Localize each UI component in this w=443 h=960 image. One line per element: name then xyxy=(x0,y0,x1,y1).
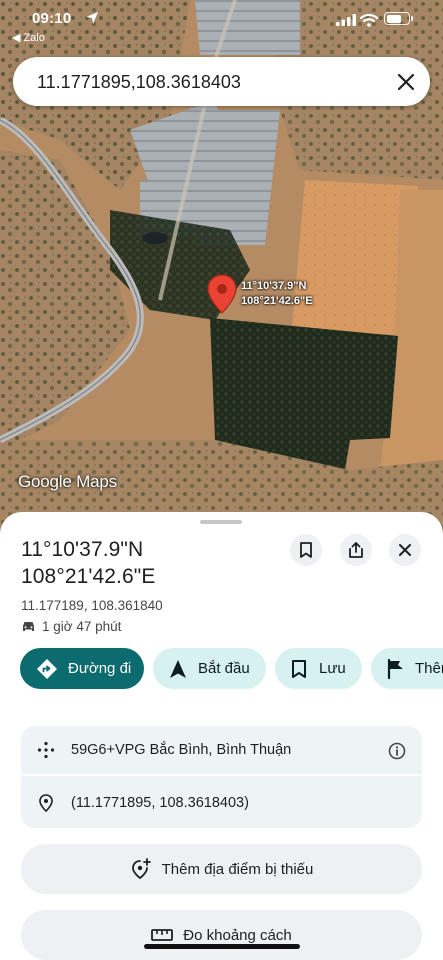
drive-time: 1 giờ 47 phút xyxy=(21,619,121,634)
coordinates-row[interactable]: (11.1771895, 108.3618403) xyxy=(21,778,422,828)
plus-code-row[interactable]: 59G6+VPG Bắc Bình, Bình Thuận xyxy=(21,726,422,776)
decimal-coordinates: 11.177189, 108.361840 xyxy=(21,598,163,613)
pin-label-lat: 11°10'37.9"N xyxy=(241,280,307,292)
place-title: 11°10'37.9"N 108°21'42.6"E xyxy=(21,536,155,590)
search-bar[interactable] xyxy=(13,57,430,106)
sheet-drag-handle[interactable] xyxy=(200,520,242,524)
cellular-signal-icon xyxy=(336,14,356,26)
save-bookmark-button[interactable] xyxy=(290,534,322,566)
wifi-icon xyxy=(360,13,378,27)
measure-distance-button[interactable]: Đo khoảng cách xyxy=(21,910,422,960)
close-icon xyxy=(399,544,411,556)
location-arrow-icon xyxy=(86,12,98,24)
title-latitude: 11°10'37.9"N xyxy=(21,538,144,561)
pin-label-lng: 108°21'42.6"E xyxy=(241,295,313,307)
back-to-app-link[interactable]: ◀ Zalo xyxy=(12,31,45,44)
plus-code-text: 59G6+VPG Bắc Bình, Bình Thuận xyxy=(71,742,292,758)
close-sheet-button[interactable] xyxy=(389,534,421,566)
place-bottom-sheet[interactable]: 11°10'37.9"N 108°21'42.6"E 11.177189, 10… xyxy=(0,512,443,960)
add-missing-place-button[interactable]: Thêm địa điểm bị thiếu xyxy=(21,844,422,894)
flag-icon xyxy=(387,658,403,679)
plus-code-icon xyxy=(37,741,55,759)
directions-button[interactable]: Đường đi xyxy=(20,648,144,689)
status-time: 09:10 xyxy=(32,10,72,27)
ruler-icon xyxy=(151,929,174,941)
directions-icon xyxy=(37,658,57,679)
satellite-map[interactable]: 09:10 ◀ Zalo 11°10'37.9"N 108°21'42.6"E xyxy=(0,0,443,560)
location-pin-icon[interactable] xyxy=(207,274,237,314)
bookmark-icon xyxy=(300,542,312,558)
google-maps-logo: Google Maps xyxy=(18,472,117,491)
search-input[interactable] xyxy=(37,67,367,97)
status-bar: 09:10 ◀ Zalo xyxy=(0,0,443,48)
start-navigation-button[interactable]: Bắt đầu xyxy=(153,648,266,689)
action-chips-row: Đường đi Bắt đầu Lưu Thêm xyxy=(20,648,443,690)
add-location-icon xyxy=(131,858,151,880)
share-icon xyxy=(349,542,363,558)
pin-coordinates-label: 11°10'37.9"N 108°21'42.6"E xyxy=(241,279,313,309)
coordinates-text: (11.1771895, 108.3618403) xyxy=(71,795,249,811)
battery-icon xyxy=(384,12,413,25)
save-button[interactable]: Lưu xyxy=(275,648,362,689)
car-icon xyxy=(23,622,34,631)
drive-time-text: 1 giờ 47 phút xyxy=(42,619,122,634)
bookmark-icon xyxy=(292,659,306,678)
home-indicator xyxy=(144,944,300,949)
info-icon[interactable] xyxy=(388,742,406,760)
share-button[interactable] xyxy=(340,534,372,566)
place-info-card: 59G6+VPG Bắc Bình, Bình Thuận (11.177189… xyxy=(21,726,422,828)
add-label-button[interactable]: Thêm xyxy=(371,648,443,689)
title-longitude: 108°21'42.6"E xyxy=(21,565,156,588)
close-icon[interactable] xyxy=(394,70,418,94)
navigation-arrow-icon xyxy=(170,659,186,678)
location-pin-icon xyxy=(39,794,53,812)
